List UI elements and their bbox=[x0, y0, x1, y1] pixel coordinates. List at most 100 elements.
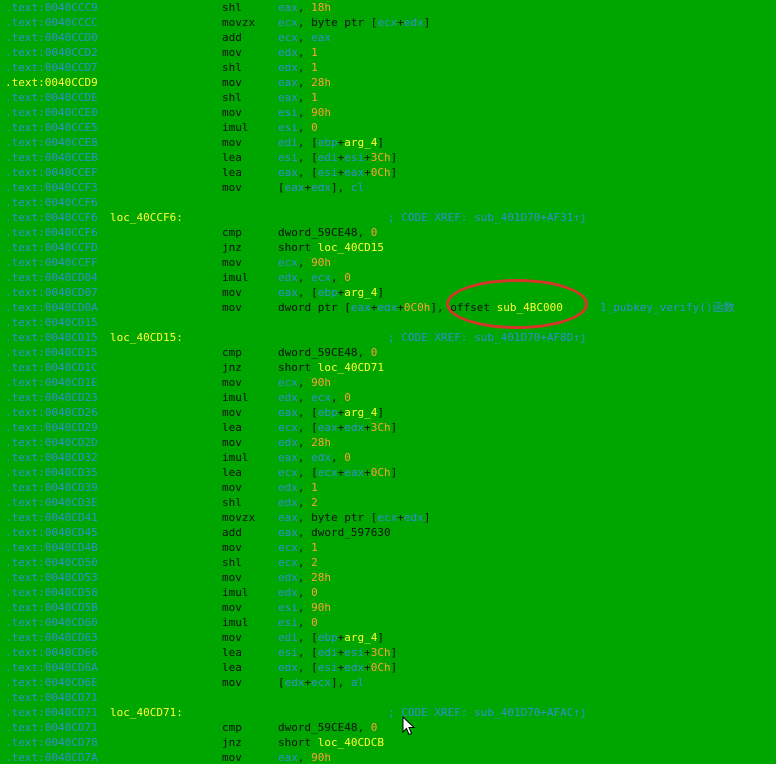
listing-line[interactable]: .text:0040CCEB lea esi, [edi+esi+3Ch] bbox=[0, 150, 776, 165]
operand-token: , bbox=[297, 256, 312, 269]
listing-line[interactable]: .text:0040CD50 shl ecx, 2 bbox=[0, 555, 776, 570]
listing-line[interactable]: .text:0040CCFF mov ecx, 90h bbox=[0, 255, 776, 270]
operand-token: edx bbox=[344, 421, 365, 434]
operand-token[interactable]: arg_4 bbox=[344, 286, 377, 299]
listing-line[interactable]: .text:0040CD07 mov eax, [ebp+arg_4] bbox=[0, 285, 776, 300]
listing-line[interactable]: .text:0040CCD2 mov edx, 1 bbox=[0, 45, 776, 60]
operands: edx, 1 bbox=[278, 480, 318, 495]
listing-line[interactable]: .text:0040CD3E shl edx, 2 bbox=[0, 495, 776, 510]
operand-token: , [ bbox=[297, 421, 318, 434]
listing-line[interactable]: .text:0040CCD9 mov eax, 28h bbox=[0, 75, 776, 90]
operand-token: ecx bbox=[278, 376, 298, 389]
listing-line[interactable]: .text:0040CCEF lea eax, [esi+eax+0Ch] bbox=[0, 165, 776, 180]
address: .text:0040CD66 bbox=[5, 646, 98, 659]
operand-token: + bbox=[364, 421, 371, 434]
operand-token: eax bbox=[278, 526, 298, 539]
listing-line[interactable]: .text:0040CD1C jnz short loc_40CD71 bbox=[0, 360, 776, 375]
listing-line[interactable]: .text:0040CD04 imul edx, ecx, 0 bbox=[0, 270, 776, 285]
xref-comment[interactable]: ; CODE XREF: sub_401D70+AF8D↑j bbox=[388, 330, 587, 345]
operand-token: edx bbox=[278, 46, 298, 59]
xref-comment[interactable]: ; CODE XREF: sub_401D70+AF31↑j bbox=[388, 210, 587, 225]
mnemonic: mov bbox=[222, 676, 242, 689]
listing-line[interactable]: .text:0040CD63 mov edi, [ebp+arg_4] bbox=[0, 630, 776, 645]
code-label[interactable]: loc_40CD15: bbox=[110, 330, 183, 345]
operand-token: 0Ch bbox=[370, 466, 391, 479]
xref-comment[interactable]: ; CODE XREF: sub_401D70+AFAC↑j bbox=[388, 705, 587, 720]
operands: edx, 28h bbox=[278, 435, 331, 450]
operands: eax, 90h bbox=[278, 750, 331, 764]
operands: edx, ecx, 0 bbox=[278, 270, 351, 285]
listing-line[interactable]: .text:0040CD45 add eax, dword_597630 bbox=[0, 525, 776, 540]
listing-line[interactable]: .text:0040CCCC movzx ecx, byte ptr [ecx+ed… bbox=[0, 15, 776, 30]
listing-line[interactable]: .text:0040CD15 cmp dword_59CE48, 0 bbox=[0, 345, 776, 360]
operand-token: , bbox=[297, 586, 312, 599]
code-label[interactable]: loc_40CD71: bbox=[110, 705, 183, 720]
listing-line[interactable]: .text:0040CD66 lea esi, [edi+esi+3Ch] bbox=[0, 645, 776, 660]
listing-line[interactable]: .text:0040CCDE shl eax, 1 bbox=[0, 90, 776, 105]
address: .text:0040CCC9 bbox=[5, 1, 98, 14]
listing-line[interactable]: .text:0040CD39 mov edx, 1 bbox=[0, 480, 776, 495]
operand-token[interactable]: arg_4 bbox=[344, 631, 377, 644]
operand-token[interactable]: loc_40CD15 bbox=[318, 241, 384, 254]
listing-line[interactable]: .text:0040CD71 cmp dword_59CE48, 0 bbox=[0, 720, 776, 735]
operand-token[interactable]: arg_4 bbox=[344, 406, 377, 419]
listing-line[interactable]: .text:0040CD15 bbox=[0, 315, 776, 330]
listing-line[interactable]: .text:0040CCD7 shl edx, 1 bbox=[0, 60, 776, 75]
address: .text:0040CCCC bbox=[5, 16, 98, 29]
operand-token: ] bbox=[390, 661, 398, 674]
listing-line[interactable]: .text:0040CD60 imul esi, 0 bbox=[0, 615, 776, 630]
listing-line[interactable]: .text:0040CCF6 loc_40CCF6: ; CODE XREF: su… bbox=[0, 210, 776, 225]
listing-line[interactable]: .text:0040CCE0 mov esi, 90h bbox=[0, 105, 776, 120]
listing-line[interactable]: .text:0040CD71 loc_40CD71: ; CODE XREF: su… bbox=[0, 705, 776, 720]
listing-line[interactable]: .text:0040CCF6 cmp dword_59CE48, 0 bbox=[0, 225, 776, 240]
listing-line[interactable]: .text:0040CD71 bbox=[0, 690, 776, 705]
operand-token: edx bbox=[278, 571, 298, 584]
listing-line[interactable]: .text:0040CD7A mov eax, 90h bbox=[0, 750, 776, 764]
operand-token: eax bbox=[344, 466, 365, 479]
listing-line[interactable]: .text:0040CCC9 shl eax, 18h bbox=[0, 0, 776, 15]
listing-line[interactable]: .text:0040CD1E mov ecx, 90h bbox=[0, 375, 776, 390]
operand-token: ecx bbox=[311, 391, 331, 404]
operand-token: edx bbox=[403, 16, 424, 29]
listing-line[interactable]: .text:0040CD5B mov esi, 90h bbox=[0, 600, 776, 615]
code-label[interactable]: loc_40CCF6: bbox=[110, 210, 183, 225]
listing-line[interactable]: .text:0040CCF3 mov [eax+edx], cl bbox=[0, 180, 776, 195]
listing-line[interactable]: .text:0040CD0A mov dword ptr [eax+edx+0C0h… bbox=[0, 300, 776, 315]
operand-token: dword_59CE48, bbox=[278, 226, 371, 239]
listing-line[interactable]: .text:0040CD6A lea edx, [esi+edx+0Ch] bbox=[0, 660, 776, 675]
operand-token: , dword_597630 bbox=[297, 526, 391, 539]
listing-line[interactable]: .text:0040CD29 lea ecx, [eax+edx+3Ch] bbox=[0, 420, 776, 435]
listing-line[interactable]: .text:0040CCE8 mov edi, [ebp+arg_4] bbox=[0, 135, 776, 150]
operand-token: , bbox=[331, 451, 345, 464]
listing-line[interactable]: .text:0040CD53 mov edx, 28h bbox=[0, 570, 776, 585]
listing-line[interactable]: .text:0040CD41 movzx eax, byte ptr [ecx+ed… bbox=[0, 510, 776, 525]
listing-line[interactable]: .text:0040CD2D mov edx, 28h bbox=[0, 435, 776, 450]
listing-line[interactable]: .text:0040CCD0 add ecx, eax bbox=[0, 30, 776, 45]
operand-token[interactable]: loc_40CD71 bbox=[318, 361, 384, 374]
operand-token: , bbox=[297, 61, 312, 74]
listing-line[interactable]: .text:0040CD23 imul edx, ecx, 0 bbox=[0, 390, 776, 405]
listing-line[interactable]: .text:0040CCFD jnz short loc_40CD15 bbox=[0, 240, 776, 255]
listing-line[interactable]: .text:0040CD58 imul edx, 0 bbox=[0, 585, 776, 600]
address: .text:0040CD32 bbox=[5, 451, 98, 464]
operand-token: eax bbox=[311, 31, 331, 44]
operand-token: , bbox=[297, 616, 312, 629]
listing-line[interactable]: .text:0040CD15 loc_40CD15: ; CODE XREF: su… bbox=[0, 330, 776, 345]
listing-line[interactable]: .text:0040CD78 jnz short loc_40CDCB bbox=[0, 735, 776, 750]
listing-line[interactable]: .text:0040CD4B mov ecx, 1 bbox=[0, 540, 776, 555]
operands: [eax+edx], cl bbox=[278, 180, 364, 195]
operand-token[interactable]: arg_4 bbox=[344, 136, 377, 149]
listing-line[interactable]: .text:0040CD32 imul eax, edx, 0 bbox=[0, 450, 776, 465]
operand-token: , [ bbox=[297, 631, 318, 644]
listing-line[interactable]: .text:0040CD26 mov eax, [ebp+arg_4] bbox=[0, 405, 776, 420]
listing-line[interactable]: .text:0040CD6E mov [edx+ecx], al bbox=[0, 675, 776, 690]
operands: edx, 1 bbox=[278, 45, 318, 60]
listing-line[interactable]: .text:0040CD35 lea ecx, [ecx+eax+0Ch] bbox=[0, 465, 776, 480]
listing-line[interactable]: .text:0040CCE5 imul esi, 0 bbox=[0, 120, 776, 135]
listing-line[interactable]: .text:0040CCF6 bbox=[0, 195, 776, 210]
operands: edx, ecx, 0 bbox=[278, 390, 351, 405]
operand-token[interactable]: loc_40CDCB bbox=[318, 736, 384, 749]
operand-token[interactable]: sub_4BC000 bbox=[497, 301, 563, 314]
operand-token: , bbox=[297, 91, 312, 104]
disassembly-view[interactable]: .text:0040CCC9 shl eax, 18h .text:0040CCCC m… bbox=[0, 0, 776, 764]
